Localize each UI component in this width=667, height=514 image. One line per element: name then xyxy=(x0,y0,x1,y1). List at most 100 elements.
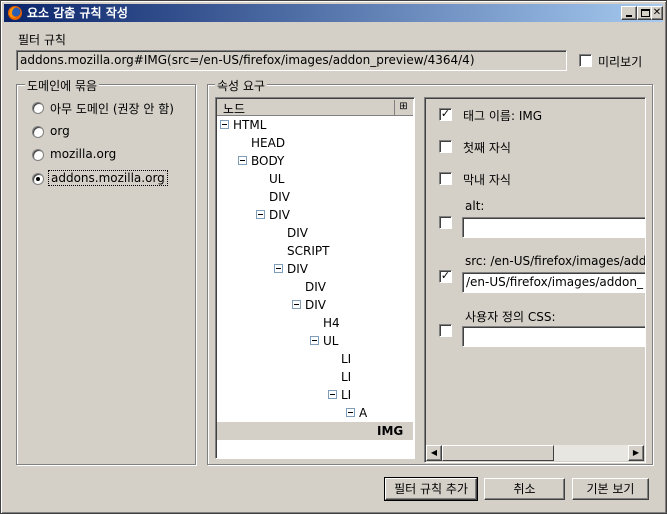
radio-mozilla-org[interactable] xyxy=(32,149,44,161)
radio-addons-mozilla-org[interactable] xyxy=(32,173,44,185)
tree-node-label: LI xyxy=(341,370,352,384)
domain-groupbox xyxy=(16,84,196,465)
tree-row[interactable]: DIV xyxy=(217,206,413,224)
add-filter-button[interactable]: 필터 규칙 추가 xyxy=(384,477,478,501)
tree-row[interactable]: UL xyxy=(217,170,413,188)
tree-node-label: IMG xyxy=(377,424,404,438)
tree-node-label: DIV xyxy=(287,226,308,240)
src-input[interactable]: /en-US/firefox/images/addon_ xyxy=(462,272,645,293)
tree-row[interactable]: HTML xyxy=(217,116,413,134)
src-label: src: /en-US/firefox/images/addo xyxy=(465,254,646,268)
tree-node-label: UL xyxy=(269,172,285,186)
tree-node-label: LI xyxy=(341,388,352,402)
tag-name-checkbox[interactable]: ✓ xyxy=(439,108,452,121)
collapse-icon[interactable] xyxy=(274,264,283,273)
radio-selected-dot xyxy=(36,177,40,181)
alt-checkbox[interactable] xyxy=(439,216,452,229)
custom-css-input[interactable] xyxy=(462,326,645,347)
src-value: /en-US/firefox/images/addon_ xyxy=(466,275,643,289)
tree-header-label: 노드 xyxy=(223,102,246,116)
alt-input[interactable] xyxy=(462,217,645,238)
radio-org-label: org xyxy=(50,124,70,138)
window-title: 요소 감춤 규칙 작성 xyxy=(27,6,128,20)
tree-row[interactable]: LI xyxy=(217,386,413,404)
tree-node-label: A xyxy=(359,406,368,420)
maximize-icon xyxy=(641,9,650,17)
tree-row[interactable]: LI xyxy=(217,350,413,368)
cancel-button[interactable]: 취소 xyxy=(484,478,565,500)
filter-rule-field[interactable]: addons.mozilla.org#IMG(src=/en-US/firefo… xyxy=(16,50,567,71)
tree-row[interactable]: SCRIPT xyxy=(217,242,413,260)
tree-row[interactable]: A xyxy=(217,404,413,422)
firefox-icon xyxy=(8,6,22,20)
tree-node-label: LI xyxy=(341,352,352,366)
node-tree[interactable]: 노드 ⊞ HTML HEAD BODY UL DIV DIV DIV SCRIPT DIV DIV… xyxy=(215,97,415,459)
collapse-icon[interactable] xyxy=(328,390,337,399)
tree-row[interactable]: DIV xyxy=(217,188,413,206)
attribute-list: ✓ 태그 이름: IMG 첫째 자식 막내 자식 alt: src: /en-U… xyxy=(424,97,646,463)
attributes-group-title: 속성 요구 xyxy=(215,77,267,94)
radio-any-domain[interactable] xyxy=(32,102,44,114)
tree-node-label: H4 xyxy=(323,316,340,330)
custom-css-label: 사용자 정의 CSS: xyxy=(465,310,556,324)
last-child-checkbox[interactable] xyxy=(439,172,452,185)
collapse-icon[interactable] xyxy=(292,300,301,309)
tree-node-label: SCRIPT xyxy=(287,244,330,258)
radio-addons-mozilla-org-label: addons.mozilla.org xyxy=(48,170,168,186)
tree-row[interactable]: BODY xyxy=(217,152,413,170)
custom-css-checkbox[interactable] xyxy=(439,324,452,337)
column-picker-icon[interactable]: ⊞ xyxy=(394,100,412,115)
close-button[interactable]: ✕ xyxy=(651,6,663,20)
scroll-thumb[interactable] xyxy=(442,445,554,461)
collapse-icon[interactable] xyxy=(238,156,247,165)
preview-label: 미리보기 xyxy=(598,55,643,69)
right-arrow-icon: ▶ xyxy=(632,448,640,457)
tree-node-label: HEAD xyxy=(251,136,286,150)
close-icon: ✕ xyxy=(652,7,662,18)
tree-row[interactable]: DIV xyxy=(217,296,413,314)
filter-rule-label: 필터 규칙 xyxy=(18,33,66,47)
tree-row[interactable]: HEAD xyxy=(217,134,413,152)
tree-node-label: DIV xyxy=(269,208,290,222)
tree-node-label: BODY xyxy=(251,154,285,168)
last-child-label: 막내 자식 xyxy=(463,173,511,187)
radio-mozilla-org-label: mozilla.org xyxy=(50,147,117,161)
tree-row[interactable]: H4 xyxy=(217,314,413,332)
dialog-window: 요소 감춤 규칙 작성 ✕ 필터 규칙 addons.mozilla.org#I… xyxy=(0,0,667,514)
tree-node-label: DIV xyxy=(305,298,326,312)
domain-group-title: 도메인에 묶음 xyxy=(25,77,100,94)
tree-node-label: UL xyxy=(323,334,339,348)
alt-label: alt: xyxy=(465,199,485,213)
collapse-icon[interactable] xyxy=(256,210,265,219)
preview-checkbox[interactable] xyxy=(579,54,592,67)
collapse-icon[interactable] xyxy=(346,408,355,417)
radio-org[interactable] xyxy=(32,126,44,138)
tree-node-label: DIV xyxy=(287,262,308,276)
scroll-right-button[interactable]: ▶ xyxy=(628,445,644,461)
left-arrow-icon: ◀ xyxy=(430,448,438,457)
collapse-icon[interactable] xyxy=(220,120,229,129)
radio-any-domain-label: 아무 도메인 (권장 안 함) xyxy=(50,102,174,116)
first-child-checkbox[interactable] xyxy=(439,140,452,153)
tree-row[interactable]: UL xyxy=(217,332,413,350)
title-bar[interactable]: 요소 감춤 규칙 작성 ✕ xyxy=(4,4,663,22)
tag-name-label: 태그 이름: IMG xyxy=(463,109,543,123)
src-checkbox[interactable]: ✓ xyxy=(439,270,452,283)
tree-node-label: DIV xyxy=(269,190,290,204)
filter-rule-value: addons.mozilla.org#IMG(src=/en-US/firefo… xyxy=(20,53,475,67)
tree-row[interactable]: DIV xyxy=(217,278,413,296)
horizontal-scrollbar[interactable]: ◀ ▶ xyxy=(426,445,644,461)
basic-view-button[interactable]: 기본 보기 xyxy=(572,478,649,500)
collapse-icon[interactable] xyxy=(310,336,319,345)
first-child-label: 첫째 자식 xyxy=(463,141,511,155)
tree-row[interactable]: DIV xyxy=(217,260,413,278)
scroll-left-button[interactable]: ◀ xyxy=(426,445,442,461)
tree-row[interactable]: DIV xyxy=(217,224,413,242)
tree-row[interactable]: LI xyxy=(217,368,413,386)
minimize-button[interactable] xyxy=(621,6,637,20)
tree-node-label: DIV xyxy=(305,280,326,294)
minimize-icon xyxy=(626,15,632,17)
tree-node-label: HTML xyxy=(233,118,267,132)
tree-header[interactable]: 노드 ⊞ xyxy=(217,99,413,116)
tree-row[interactable]: IMG xyxy=(217,422,413,440)
